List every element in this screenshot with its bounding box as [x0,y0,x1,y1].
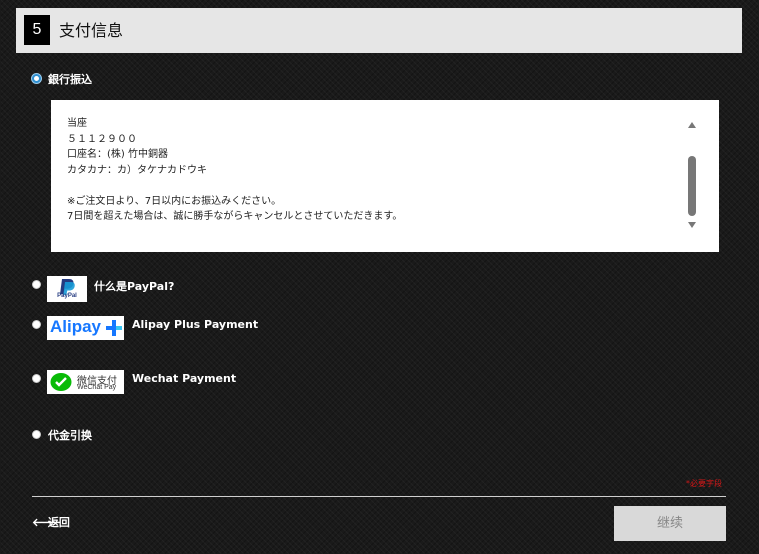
bank-info-line [67,178,402,194]
step-number: 5 [24,15,50,45]
scroll-up-arrow-icon[interactable] [688,122,696,128]
wechat-pay-icon [50,373,72,391]
bank-info-box[interactable]: 当座 ５１１２９００ 口座名：(株) 竹中銅器カタカナ：カ）タケナカドウキ ※ご注文… [51,100,719,252]
radio-paypal[interactable] [32,280,41,289]
wechat-label[interactable]: Wechat Payment [132,372,236,385]
bank-info-line: ５１１２９００ [67,133,137,145]
step-header: 5 支付信息 [16,8,742,53]
back-link[interactable]: 🡐 返回 [32,514,70,530]
divider [32,496,726,497]
bank-info-line: 当座 [67,118,87,129]
radio-wechat[interactable] [32,374,41,383]
bank-info-line: 口座名：(株) 竹中銅器 [67,149,168,160]
cash-on-delivery-label[interactable]: 代金引换 [48,427,92,443]
paypal-logo: PayPal [47,276,87,302]
bank-info-line: ※ご注文日より、7日以内にお振込みください。 [67,195,282,207]
radio-cash-on-delivery[interactable] [32,430,41,439]
arrow-left-icon: 🡐 [32,516,62,529]
bank-info-line: 7日間を超えた場合は、誠に勝手ながらキャンセルとさせていただきます。 [67,211,403,222]
bank-info-line: カタカナ：カ）タケナカドウキ [67,164,207,176]
back-label: 返回 [47,516,70,529]
paypal-label[interactable]: 什么是PayPal? [94,278,174,294]
bank-transfer-label[interactable]: 銀行振込 [48,71,92,87]
bank-info-text: 当座 ５１１２９００ 口座名：(株) 竹中銅器カタカナ：カ）タケナカドウキ ※ご注文… [67,116,402,225]
wechat-logo-text-en: WeChat Pay [77,384,117,391]
radio-bank-transfer[interactable] [32,74,41,83]
scrollbar-thumb[interactable] [688,156,696,216]
radio-alipay[interactable] [32,320,41,329]
wechat-pay-logo: 微信支付 WeChat Pay [47,370,124,394]
continue-button[interactable]: 继续 [614,506,726,541]
paypal-logo-text: PayPal [57,293,77,299]
alipay-label[interactable]: Alipay Plus Payment [132,318,258,331]
step-title: 支付信息 [59,21,124,40]
alipay-logo: Alipay [47,316,124,340]
alipay-plus-icon [106,320,122,336]
scroll-down-arrow-icon[interactable] [688,222,696,228]
alipay-logo-text: Alipay [50,317,102,336]
required-field-note: *必要字段 [686,479,722,488]
